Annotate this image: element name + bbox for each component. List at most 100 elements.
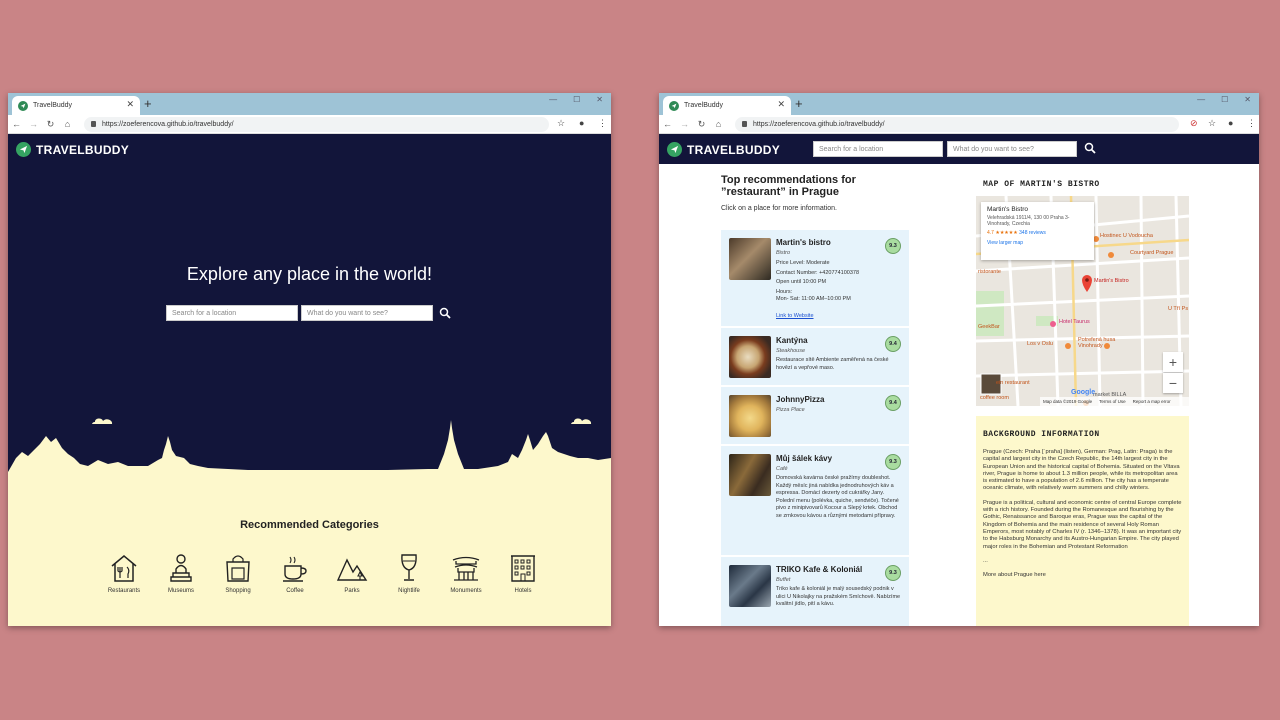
address-bar-row: ← → ↻ ⌂ https://zoeferencova.github.io/t…	[8, 115, 611, 134]
place-name: Kantýna	[776, 336, 808, 345]
map-label: GeekBar	[978, 324, 1000, 330]
results-list: Martin's bistro Bistro Price Level: Mode…	[721, 230, 909, 626]
paper-plane-icon	[16, 142, 31, 157]
place-type: Café	[776, 466, 788, 472]
nightlife-icon	[401, 554, 417, 581]
zoom-out-button[interactable]: −	[1163, 373, 1183, 393]
place-type: Steakhouse	[776, 348, 806, 354]
star-icon[interactable]: ☆	[1208, 118, 1216, 129]
place-detail: Hours:	[776, 288, 793, 295]
zoom-in-button[interactable]: +	[1163, 352, 1183, 372]
place-type: Pizza Place	[776, 407, 805, 413]
url-text: https://zoeferencova.github.io/travelbud…	[753, 121, 885, 128]
address-bar-row: ← → ↻ ⌂ https://zoeferencova.github.io/t…	[659, 115, 1259, 134]
place-description: Restaurace sítě Ambiente zaměřená na čes…	[776, 357, 889, 371]
place-photo	[729, 395, 771, 437]
url-field[interactable]: https://zoeferencova.github.io/travelbud…	[735, 117, 1179, 132]
close-tab-icon[interactable]: ✕	[777, 99, 785, 110]
view-larger-map-link[interactable]: View larger map	[987, 240, 1088, 246]
paper-plane-icon	[667, 142, 682, 157]
location-search-input[interactable]: Search for a location	[813, 141, 943, 157]
category-hotels[interactable]: Hotels	[502, 552, 544, 594]
back-icon[interactable]: ←	[659, 119, 676, 129]
more-about-link[interactable]: More about Prague here	[983, 572, 1182, 579]
museum-icon	[170, 554, 192, 582]
list-item[interactable]: Kantýna Steakhouse Restaurace sítě Ambie…	[721, 328, 909, 387]
restaurant-icon	[111, 555, 137, 582]
blocked-popup-icon[interactable]: ⊘	[1190, 118, 1198, 129]
category-parks[interactable]: Parks	[331, 552, 373, 594]
report-error-link[interactable]: Report a map error	[1133, 399, 1171, 404]
list-item[interactable]: JohnnyPizza Pizza Place 9.4	[721, 387, 909, 446]
search-icon[interactable]	[1084, 142, 1096, 154]
map-attribution: Map data ©2019 Google Terms of Use Repor…	[1040, 397, 1189, 406]
home-icon[interactable]: ⌂	[59, 119, 76, 129]
category-label: Shopping	[225, 588, 251, 594]
browser-window-home: TravelBuddy ✕ + — ☐ ✕ ← → ↻ ⌂ https://zo…	[8, 93, 611, 626]
category-nightlife[interactable]: Nightlife	[388, 552, 430, 594]
map-card-reviews[interactable]: 348 reviews	[1019, 230, 1046, 236]
category-label: Museums	[167, 588, 194, 594]
parks-icon	[336, 558, 368, 581]
category-monuments[interactable]: Monuments	[445, 552, 487, 594]
close-window-icon[interactable]: ✕	[1244, 95, 1251, 104]
map-label: ristorante	[978, 269, 1001, 275]
place-type: Buffet	[776, 577, 791, 583]
place-photo	[729, 336, 771, 378]
minimize-icon[interactable]: —	[549, 95, 557, 104]
star-icon[interactable]: ☆	[557, 118, 565, 129]
close-tab-icon[interactable]: ✕	[126, 99, 134, 110]
menu-icon[interactable]: ⋮	[1247, 118, 1256, 129]
rating-badge: 9.3	[885, 565, 901, 581]
place-detail: Open until 10:00 PM	[776, 279, 827, 285]
profile-icon[interactable]: ●	[1228, 118, 1233, 128]
query-search-input[interactable]: What do you want to see?	[301, 305, 433, 321]
minimize-icon[interactable]: —	[1197, 95, 1205, 104]
category-restaurants[interactable]: Restaurants	[103, 552, 145, 594]
map-embed[interactable]: Martin's Bistro Velehradská 1911/4, 130 …	[976, 196, 1189, 406]
search-icon[interactable]	[439, 307, 451, 319]
back-icon[interactable]: ←	[8, 119, 25, 129]
reload-icon[interactable]: ↻	[693, 119, 710, 130]
url-text: https://zoeferencova.github.io/travelbud…	[102, 121, 234, 128]
new-tab-button[interactable]: +	[144, 96, 152, 111]
url-field[interactable]: https://zoeferencova.github.io/travelbud…	[84, 117, 549, 132]
location-search-input[interactable]: Search for a location	[166, 305, 298, 321]
maximize-icon[interactable]: ☐	[1221, 95, 1228, 104]
background-paragraph: Prague (Czech: Praha [ˈpraɦa] (listen), …	[983, 449, 1180, 492]
home-icon[interactable]: ⌂	[710, 119, 727, 129]
category-coffee[interactable]: Coffee	[274, 552, 316, 594]
category-museums[interactable]: Museums	[160, 552, 202, 594]
list-item[interactable]: Můj šálek kávy Café Domovská kavárna čes…	[721, 446, 909, 557]
menu-icon[interactable]: ⋮	[598, 118, 607, 129]
lock-icon	[742, 121, 747, 127]
query-search-input[interactable]: What do you want to see?	[947, 141, 1077, 157]
website-link[interactable]: Link to Website	[776, 313, 814, 319]
favicon-icon	[669, 100, 679, 111]
browser-tab[interactable]: TravelBuddy ✕	[12, 96, 140, 115]
terms-link[interactable]: Terms of Use	[1099, 399, 1126, 404]
maximize-icon[interactable]: ☐	[573, 95, 580, 104]
profile-icon[interactable]: ●	[579, 118, 584, 128]
results-page: TRAVELBUDDY Search for a location What d…	[659, 134, 1259, 626]
map-data-text: Map data ©2019 Google	[1043, 399, 1093, 404]
browser-tab[interactable]: TravelBuddy ✕	[663, 96, 791, 115]
reload-icon[interactable]: ↻	[42, 119, 59, 130]
map-card-address: Velehradská 1911/4, 130 00 Praha 3-Vinoh…	[987, 215, 1070, 227]
brand-name: TRAVELBUDDY	[36, 142, 130, 157]
new-tab-button[interactable]: +	[795, 96, 803, 111]
list-item[interactable]: Martin's bistro Bistro Price Level: Mode…	[721, 230, 909, 328]
category-label: Nightlife	[398, 588, 420, 594]
home-page: TRAVELBUDDY Explore any place in the wor…	[8, 134, 611, 626]
place-photo	[729, 565, 771, 607]
category-label: Parks	[344, 588, 360, 594]
forward-icon[interactable]: →	[676, 119, 693, 129]
close-window-icon[interactable]: ✕	[596, 95, 603, 104]
category-shopping[interactable]: Shopping	[217, 552, 259, 594]
map-card-rating: 4.7 ★★★★★	[987, 230, 1018, 236]
monument-icon	[452, 556, 480, 581]
brand-logo[interactable]: TRAVELBUDDY	[667, 142, 780, 157]
brand-logo[interactable]: TRAVELBUDDY	[16, 142, 129, 157]
list-item[interactable]: TRIKO Kafe & Koloniál Buffet Triko kafe …	[721, 557, 909, 626]
forward-icon[interactable]: →	[25, 119, 42, 129]
